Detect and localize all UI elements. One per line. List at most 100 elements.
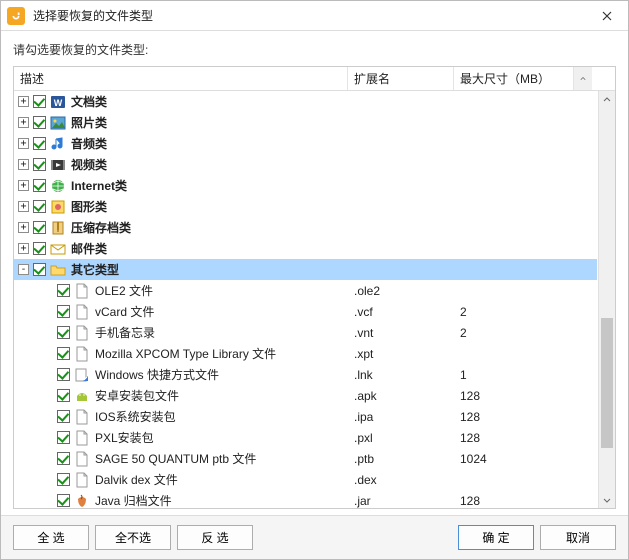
checkbox[interactable] [57,389,70,402]
file-type-row[interactable]: Mozilla XPCOM Type Library 文件 .xpt [14,343,597,364]
expand-toggle[interactable]: + [18,138,29,149]
expand-toggle[interactable]: + [18,201,29,212]
category-row-mail[interactable]: + 邮件类 [14,238,597,259]
checkbox[interactable] [33,221,46,234]
checkbox[interactable] [57,326,70,339]
file-type-row[interactable]: PXL安装包.pxl128 [14,427,597,448]
category-row-audio[interactable]: +音频类 [14,133,597,154]
category-row-archive[interactable]: + 压缩存档类 [14,217,597,238]
checkbox[interactable] [57,347,70,360]
file-type-label: 安卓安装包文件 [95,387,179,404]
category-label: 压缩存档类 [71,219,131,236]
instruction-text: 请勾选要恢复的文件类型: [1,31,628,64]
audio-icon [50,136,66,152]
apk-icon [74,388,90,404]
expand-toggle[interactable]: + [18,222,29,233]
category-row-docs[interactable]: +W文档类 [14,91,597,112]
expand-toggle[interactable]: + [18,243,29,254]
checkbox[interactable] [33,242,46,255]
file-max-size: 1024 [454,452,574,466]
svg-text:W: W [54,98,63,108]
category-row-other[interactable]: -其它类型 [14,259,597,280]
file-max-size: 2 [454,326,574,340]
category-row-video[interactable]: + 视频类 [14,154,597,175]
mail-icon [50,241,66,257]
scroll-up-button[interactable] [599,91,615,108]
scroll-track[interactable] [599,108,615,491]
col-desc[interactable]: 描述 [14,67,348,90]
table-body: +W文档类+照片类+音频类+视频类+Internet类+图形类+压缩存档类+邮件… [14,91,615,508]
file-type-row[interactable]: Java 归档文件.jar128 [14,490,597,508]
file-type-row[interactable]: vCard 文件.vcf2 [14,301,597,322]
file-type-row[interactable]: 安卓安装包文件.apk128 [14,385,597,406]
col-size[interactable]: 最大尺寸（MB） [454,67,574,90]
vertical-scrollbar[interactable] [598,91,615,508]
category-label: Internet类 [71,177,127,194]
checkbox[interactable] [33,263,46,276]
file-max-size: 128 [454,410,574,424]
file-icon [74,409,90,425]
checkbox[interactable] [33,200,46,213]
footer: 全 选 全不选 反 选 确 定 取消 [1,515,628,559]
file-type-row[interactable]: Windows 快捷方式文件.lnk1 [14,364,597,385]
col-ext[interactable]: 扩展名 [348,67,454,90]
file-type-label: Mozilla XPCOM Type Library 文件 [95,345,276,362]
file-ext: .xpt [348,347,454,361]
checkbox[interactable] [33,137,46,150]
checkbox[interactable] [57,368,70,381]
file-ext: .pxl [348,431,454,445]
select-all-button[interactable]: 全 选 [13,525,89,550]
checkbox[interactable] [57,410,70,423]
expand-toggle[interactable]: - [18,264,29,275]
file-type-label: OLE2 文件 [95,282,153,299]
checkbox[interactable] [57,452,70,465]
app-icon [7,7,25,25]
ok-button[interactable]: 确 定 [458,525,534,550]
file-type-label: Dalvik dex 文件 [95,471,178,488]
expand-toggle[interactable]: + [18,159,29,170]
category-row-graphics[interactable]: +图形类 [14,196,597,217]
checkbox[interactable] [33,116,46,129]
file-type-row[interactable]: SAGE 50 QUANTUM ptb 文件 .ptb1024 [14,448,597,469]
category-label: 邮件类 [71,240,107,257]
file-ext: .ptb [348,452,454,466]
cancel-button[interactable]: 取消 [540,525,616,550]
scroll-down-button[interactable] [599,491,615,508]
checkbox[interactable] [57,494,70,507]
file-ext: .ole2 [348,284,454,298]
file-type-label: 手机备忘录 [95,324,155,341]
file-max-size: 2 [454,305,574,319]
expand-toggle[interactable]: + [18,180,29,191]
checkbox[interactable] [57,284,70,297]
file-type-row[interactable]: 手机备忘录.vnt2 [14,322,597,343]
file-type-row[interactable]: OLE2 文件 .ole2 [14,280,597,301]
checkbox[interactable] [57,305,70,318]
scroll-up-header[interactable] [574,67,592,90]
invert-button[interactable]: 反 选 [177,525,253,550]
file-max-size: 1 [454,368,574,382]
file-type-row[interactable]: Dalvik dex 文件.dex [14,469,597,490]
checkbox[interactable] [57,431,70,444]
file-ext: .apk [348,389,454,403]
category-label: 视频类 [71,156,107,173]
close-button[interactable] [586,1,628,31]
folder-icon [50,262,66,278]
file-icon [74,451,90,467]
checkbox[interactable] [33,179,46,192]
file-type-row[interactable]: IOS系统安装包.ipa128 [14,406,597,427]
checkbox[interactable] [33,158,46,171]
category-row-photos[interactable]: +照片类 [14,112,597,133]
titlebar: 选择要恢复的文件类型 [1,1,628,31]
checkbox[interactable] [57,473,70,486]
file-type-label: SAGE 50 QUANTUM ptb 文件 [95,450,256,467]
scroll-thumb[interactable] [601,318,613,448]
file-ext: .jar [348,494,454,508]
category-row-internet[interactable]: + Internet类 [14,175,597,196]
table-header: 描述 扩展名 最大尺寸（MB） [14,67,615,91]
expand-toggle[interactable]: + [18,117,29,128]
expand-toggle[interactable]: + [18,96,29,107]
photo-icon [50,115,66,131]
select-none-button[interactable]: 全不选 [95,525,171,550]
window-title: 选择要恢复的文件类型 [33,7,586,24]
checkbox[interactable] [33,95,46,108]
